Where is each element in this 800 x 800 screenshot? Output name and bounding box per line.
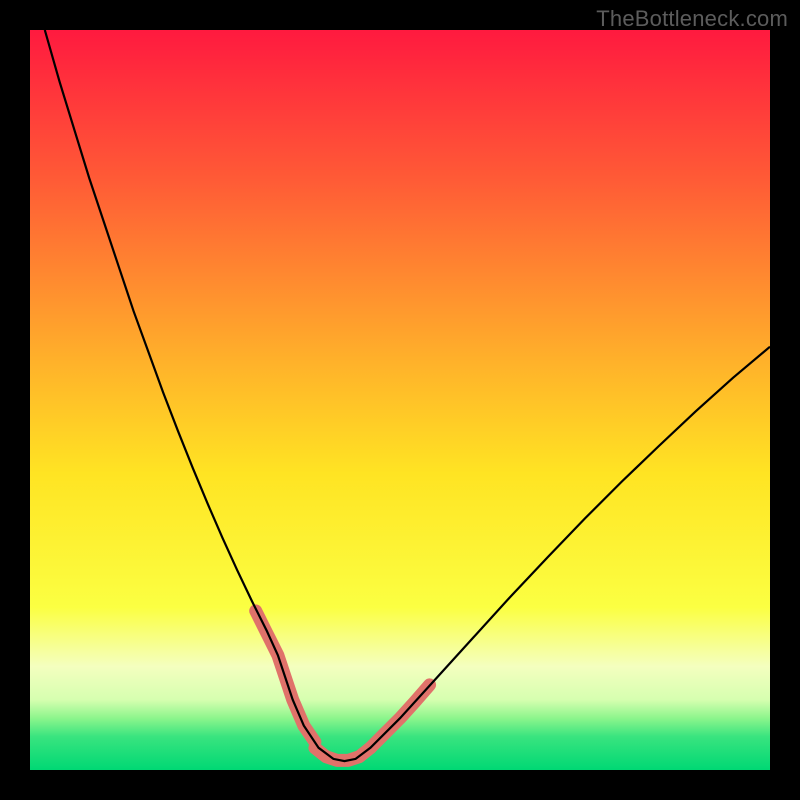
bottleneck-chart: [30, 30, 770, 770]
gradient-background: [30, 30, 770, 770]
watermark-text: TheBottleneck.com: [596, 6, 788, 32]
chart-frame: TheBottleneck.com: [0, 0, 800, 800]
